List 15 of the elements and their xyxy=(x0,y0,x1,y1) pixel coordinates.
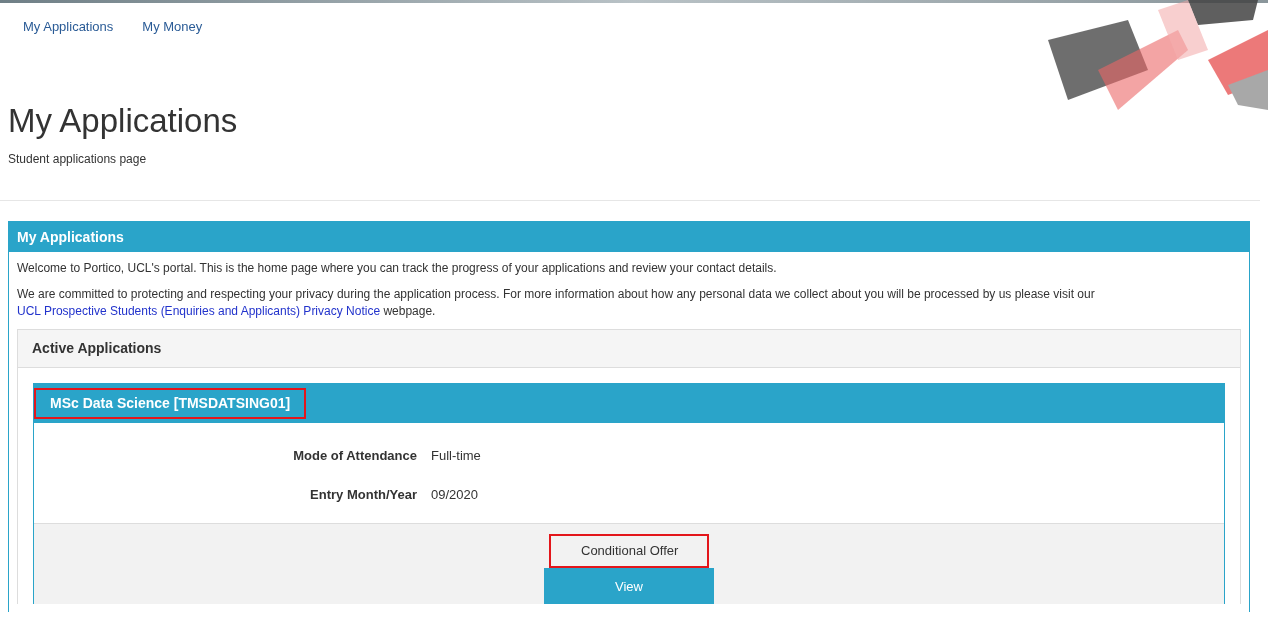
nav-link[interactable]: My Money xyxy=(142,19,203,34)
page-title: My Applications xyxy=(8,102,239,140)
privacy-text: We are committed to protecting and respecting your privacy during the application process. For more information about how any personal data we collect about you will be processed by us please visit our UCL Prospective Students (Enquiries and Applicants) Privacy Notice webpage. xyxy=(17,286,1096,320)
application-status: Conditional Offer xyxy=(549,534,709,568)
field-value: Full-time xyxy=(431,447,482,464)
field-value: 09/2020 xyxy=(431,486,479,503)
panel-title: My Applications xyxy=(9,222,1249,252)
intro-text: Welcome to Portico, UCL's portal. This is the home page where you can track the progress of your applications and review your contact details. xyxy=(17,260,778,277)
page-subtitle: Student applications page xyxy=(8,152,148,166)
field-label: Entry Month/Year xyxy=(309,486,417,503)
application-title: MSc Data Science [TMSDATSING01] xyxy=(34,388,307,419)
section-title: Active Applications xyxy=(18,330,1240,368)
nav-link[interactable]: My Applications xyxy=(23,19,114,34)
privacy-link[interactable]: UCL Prospective Students (Enquiries and Applicants) Privacy Notice xyxy=(17,304,381,318)
field-label: Mode of Attendance xyxy=(292,447,417,464)
